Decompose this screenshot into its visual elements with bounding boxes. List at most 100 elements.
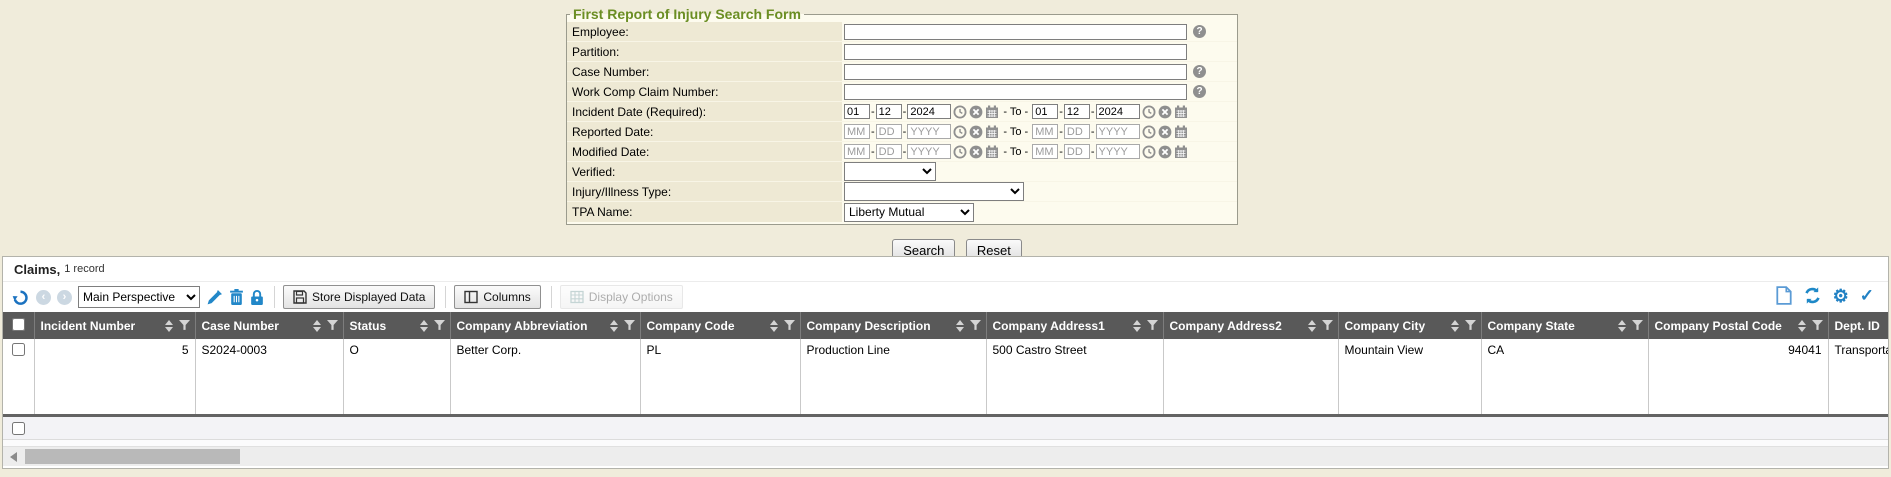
col-company-description[interactable]: Company Description <box>800 312 986 339</box>
reported-from-yyyy[interactable] <box>907 124 951 139</box>
reported-from-dd[interactable] <box>876 124 902 139</box>
horizontal-scrollbar[interactable] <box>3 446 1888 466</box>
filter-icon[interactable] <box>784 320 795 331</box>
clock-icon[interactable] <box>1142 105 1156 119</box>
col-case-number[interactable]: Case Number <box>195 312 343 339</box>
filter-icon[interactable] <box>1322 320 1333 331</box>
partition-input[interactable] <box>844 44 1187 60</box>
calendar-icon[interactable] <box>985 105 999 119</box>
help-icon[interactable]: ? <box>1193 85 1206 98</box>
clear-date-icon[interactable] <box>969 145 983 159</box>
clock-icon[interactable] <box>1142 125 1156 139</box>
modified-to-mm[interactable] <box>1032 144 1058 159</box>
modified-from-dd[interactable] <box>876 144 902 159</box>
store-displayed-data-button[interactable]: Store Displayed Data <box>283 285 435 309</box>
sort-icon[interactable] <box>313 320 321 332</box>
help-icon[interactable]: ? <box>1193 25 1206 38</box>
clock-icon[interactable] <box>953 105 967 119</box>
injury-type-select[interactable] <box>844 182 1024 201</box>
col-company-state[interactable]: Company State <box>1481 312 1648 339</box>
footer-checkbox[interactable] <box>12 422 25 435</box>
sort-icon[interactable] <box>610 320 618 332</box>
modified-from-yyyy[interactable] <box>907 144 951 159</box>
tpa-name-select[interactable]: Liberty Mutual <box>844 203 974 222</box>
sort-icon[interactable] <box>956 320 964 332</box>
scroll-left-arrow-icon[interactable] <box>10 452 17 462</box>
verified-select[interactable] <box>844 162 936 181</box>
clear-date-icon[interactable] <box>1158 145 1172 159</box>
incident-from-dd[interactable] <box>876 104 902 119</box>
reported-from-mm[interactable] <box>844 124 870 139</box>
col-status[interactable]: Status <box>343 312 450 339</box>
col-company-address1[interactable]: Company Address1 <box>986 312 1163 339</box>
sort-icon[interactable] <box>1798 320 1806 332</box>
next-perspective-icon[interactable]: › <box>57 290 72 305</box>
clock-icon[interactable] <box>953 125 967 139</box>
col-company-code[interactable]: Company Code <box>640 312 800 339</box>
work-comp-input[interactable] <box>844 84 1187 100</box>
filter-icon[interactable] <box>970 320 981 331</box>
filter-icon[interactable] <box>327 320 338 331</box>
calendar-icon[interactable] <box>1174 105 1188 119</box>
sort-icon[interactable] <box>1618 320 1626 332</box>
filter-icon[interactable] <box>1632 320 1643 331</box>
calendar-icon[interactable] <box>1174 125 1188 139</box>
clock-icon[interactable] <box>953 145 967 159</box>
filter-icon[interactable] <box>1465 320 1476 331</box>
settings-gear-icon[interactable]: ⚙ <box>1833 287 1849 305</box>
filter-icon[interactable] <box>1812 320 1823 331</box>
scrollbar-thumb[interactable] <box>25 449 240 464</box>
incident-from-yyyy[interactable] <box>907 104 951 119</box>
lock-perspective-icon[interactable] <box>250 289 264 306</box>
delete-perspective-icon[interactable] <box>229 289 244 306</box>
clear-date-icon[interactable] <box>1158 105 1172 119</box>
sort-icon[interactable] <box>1451 320 1459 332</box>
col-company-postal-code[interactable]: Company Postal Code <box>1648 312 1828 339</box>
undo-icon[interactable] <box>11 288 30 307</box>
incident-to-yyyy[interactable] <box>1096 104 1140 119</box>
clear-date-icon[interactable] <box>1158 125 1172 139</box>
help-icon[interactable]: ? <box>1193 65 1206 78</box>
case-number-input[interactable] <box>844 64 1187 80</box>
clock-icon[interactable] <box>1142 145 1156 159</box>
edit-perspective-icon[interactable] <box>206 289 223 306</box>
sort-icon[interactable] <box>165 320 173 332</box>
filter-icon[interactable] <box>624 320 635 331</box>
calendar-icon[interactable] <box>1174 145 1188 159</box>
incident-to-mm[interactable] <box>1032 104 1058 119</box>
clear-date-icon[interactable] <box>969 125 983 139</box>
sort-icon[interactable] <box>420 320 428 332</box>
incident-to-dd[interactable] <box>1064 104 1090 119</box>
col-dept-id[interactable]: Dept. ID <box>1828 312 1888 339</box>
modified-from-mm[interactable] <box>844 144 870 159</box>
sort-icon[interactable] <box>1133 320 1141 332</box>
apply-check-icon[interactable]: ✓ <box>1860 287 1874 305</box>
reported-to-yyyy[interactable] <box>1096 124 1140 139</box>
reported-to-mm[interactable] <box>1032 124 1058 139</box>
filter-icon[interactable] <box>434 320 445 331</box>
columns-button[interactable]: Columns <box>454 285 540 309</box>
prev-perspective-icon[interactable]: ‹ <box>36 290 51 305</box>
calendar-icon[interactable] <box>985 145 999 159</box>
filter-icon[interactable] <box>1147 320 1158 331</box>
col-company-city[interactable]: Company City <box>1338 312 1481 339</box>
sort-icon[interactable] <box>1308 320 1316 332</box>
col-incident-number[interactable]: Incident Number <box>34 312 195 339</box>
new-document-icon[interactable] <box>1776 286 1792 305</box>
col-company-abbreviation[interactable]: Company Abbreviation <box>450 312 640 339</box>
incident-from-mm[interactable] <box>844 104 870 119</box>
select-all-checkbox[interactable] <box>12 318 25 331</box>
filter-icon[interactable] <box>179 320 190 331</box>
refresh-icon[interactable] <box>1803 286 1822 305</box>
clear-date-icon[interactable] <box>969 105 983 119</box>
row-checkbox[interactable] <box>12 343 25 356</box>
col-company-address2[interactable]: Company Address2 <box>1163 312 1338 339</box>
calendar-icon[interactable] <box>985 125 999 139</box>
modified-to-yyyy[interactable] <box>1096 144 1140 159</box>
employee-input[interactable] <box>844 24 1187 40</box>
table-row[interactable]: 5 S2024-0003 O Better Corp. PL Productio… <box>3 339 1888 414</box>
perspective-select[interactable]: Main Perspective <box>78 286 200 308</box>
sort-icon[interactable] <box>770 320 778 332</box>
reported-to-dd[interactable] <box>1064 124 1090 139</box>
modified-to-dd[interactable] <box>1064 144 1090 159</box>
